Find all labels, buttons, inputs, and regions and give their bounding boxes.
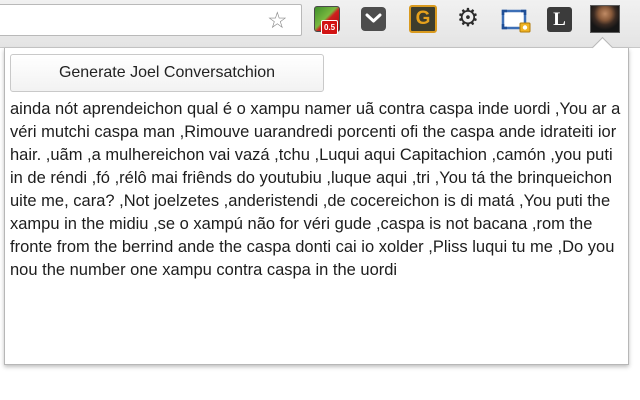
g-extension-glyph: G — [415, 8, 431, 29]
gear-icon[interactable]: ⚙ — [455, 6, 481, 32]
screen-capture-icon[interactable] — [500, 6, 532, 34]
l-extension-glyph: L — [553, 9, 566, 30]
pocket-icon[interactable] — [361, 7, 386, 31]
l-extension-icon[interactable]: L — [547, 7, 572, 32]
counter-badge: 0.5 — [321, 20, 339, 35]
g-extension-icon[interactable]: G — [409, 5, 437, 33]
screen-capture-glyph — [501, 9, 531, 33]
avatar-extension-icon[interactable] — [590, 5, 620, 33]
generate-conversation-button[interactable]: Generate Joel Conversatchion — [10, 54, 324, 92]
star-icon[interactable]: ☆ — [267, 8, 288, 32]
conversation-text: ainda nót aprendeichon qual é o xampu na… — [10, 100, 621, 279]
pocket-icon-glyph — [365, 13, 382, 23]
address-bar[interactable]: ☆ — [0, 4, 302, 36]
counter-extension-icon[interactable]: 0.5 — [314, 6, 340, 35]
gear-glyph: ⚙ — [456, 4, 480, 32]
browser-toolbar: ☆ 0.5 G ⚙ L — [0, 0, 640, 48]
